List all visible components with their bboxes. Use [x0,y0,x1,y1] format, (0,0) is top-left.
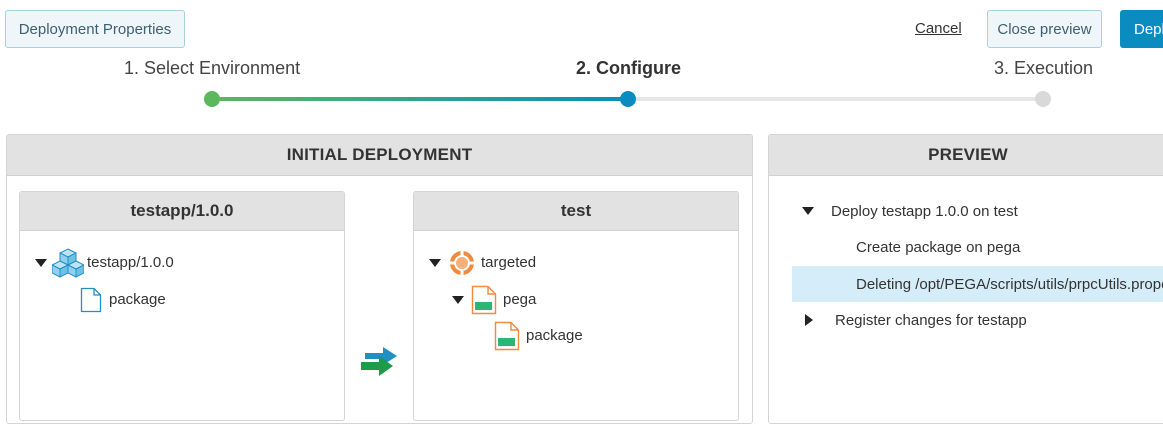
source-package-label[interactable]: package [109,291,166,308]
preview-item-label: Register changes for testapp [835,311,1027,329]
target-root-label[interactable]: targeted [481,254,536,271]
step-configure[interactable]: 2. Configure [576,58,681,79]
deploy-label: Deploy [1134,20,1163,38]
deployment-properties-label: Deployment Properties [18,20,172,38]
source-panel: testapp/1.0.0 [19,191,345,421]
expand-caret-icon[interactable] [429,259,441,267]
preview-item-label: Deploy testapp 1.0.0 on test [831,202,1018,220]
initial-deployment-title: INITIAL DEPLOYMENT [7,135,752,176]
close-preview-button[interactable]: Close preview [987,10,1102,48]
progress-track-complete [212,97,628,101]
application-cubes-icon [50,247,86,279]
preview-title: PREVIEW [769,135,1163,176]
package-file-icon [494,321,520,351]
target-server-label[interactable]: pega [503,291,536,308]
step-execution[interactable]: 3. Execution [994,58,1093,79]
step-dot-pending [1035,91,1051,107]
deploy-button[interactable]: Deploy [1120,10,1163,48]
step-select-environment[interactable]: 1. Select Environment [124,58,300,79]
file-icon [80,287,102,313]
progress-track-remaining [628,97,1044,101]
preview-item[interactable]: Create package on pega [792,229,1163,265]
deployment-properties-button[interactable]: Deployment Properties [5,10,185,48]
cancel-link[interactable]: Cancel [915,20,962,37]
preview-panel: PREVIEW Deploy testapp 1.0.0 on test Cre… [768,134,1163,424]
close-preview-label: Close preview [997,20,1092,38]
expand-caret-icon[interactable] [802,207,814,215]
target-package-label[interactable]: package [526,327,583,344]
expand-caret-icon[interactable] [452,296,464,304]
collapse-caret-icon[interactable] [805,314,813,326]
target-panel: test [413,191,739,421]
source-panel-title: testapp/1.0.0 [20,192,344,231]
preview-item-label: Create package on pega [856,238,1021,256]
preview-item[interactable]: Register changes for testapp [792,302,1163,338]
step-dot-done [204,91,220,107]
deploy-arrow-icon [361,347,399,377]
preview-item-label: Deleting /opt/PEGA/scripts/utils/prpcUti… [856,275,1163,293]
source-app-label[interactable]: testapp/1.0.0 [87,254,174,271]
target-environment-icon [448,249,476,277]
target-panel-title: test [414,192,738,231]
expand-caret-icon[interactable] [35,259,47,267]
preview-item-selected[interactable]: Deleting /opt/PEGA/scripts/utils/prpcUti… [792,266,1163,302]
server-file-icon [471,285,497,315]
step-dot-active [620,91,636,107]
preview-item[interactable]: Deploy testapp 1.0.0 on test [792,193,1163,229]
